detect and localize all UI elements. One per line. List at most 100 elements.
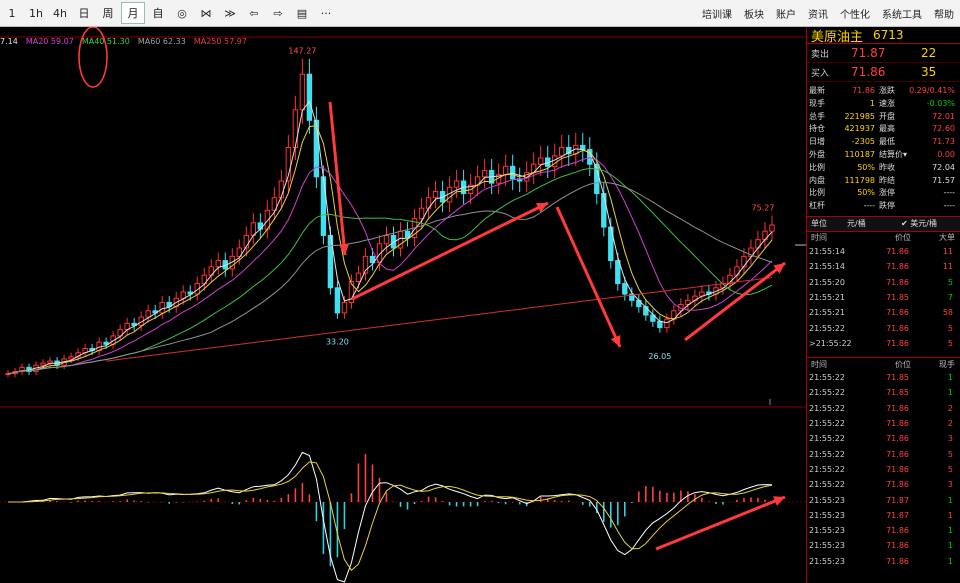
period-button-1m[interactable]: 1 xyxy=(1,3,23,23)
big-head-price: 价位 xyxy=(895,233,911,243)
trade-row[interactable]: 21:55:23 71.86 1 xyxy=(807,554,960,569)
period-button-month[interactable]: 月 xyxy=(121,2,145,24)
period-button-custom[interactable]: 自 xyxy=(147,3,169,23)
contract-name: 美原油主 xyxy=(811,29,864,45)
period-button-layout[interactable]: ▤ xyxy=(291,3,313,23)
trade-volume: 11 xyxy=(942,262,953,272)
trade-row[interactable]: 21:55:23 71.87 1 xyxy=(807,508,960,523)
period-button-4h[interactable]: 4h xyxy=(49,3,71,23)
period-button-1h[interactable]: 1h xyxy=(25,3,47,23)
trade-row[interactable]: 21:55:20 71.86 5 xyxy=(807,275,960,290)
quote-l2-7: 昨结 xyxy=(879,175,895,185)
kline-chart-area[interactable]: 7.14 MA20 59.07 MA40 51.30 MA60 62.33 MA250 … xyxy=(0,27,806,583)
menu-item-1[interactable]: 板块 xyxy=(738,6,770,21)
menu-item-3[interactable]: 资讯 xyxy=(802,6,834,21)
period-button-more[interactable]: ··· xyxy=(315,3,337,23)
trade-row[interactable]: 21:55:21 71.86 58 xyxy=(807,305,960,320)
trade-row[interactable]: 21:55:22 71.86 2 xyxy=(807,401,960,416)
ma-line-ma20 xyxy=(7,157,773,375)
trade-row[interactable]: 21:55:22 71.85 1 xyxy=(807,385,960,400)
unit-row[interactable]: 单位 元/桶 ✔ 美元/桶 xyxy=(807,216,960,232)
quote-v1-4: -2305 xyxy=(851,137,875,147)
trade-time: 21:55:22 xyxy=(809,480,845,490)
trade-time: 21:55:22 xyxy=(809,464,845,474)
quote-l2-2: 开盘 xyxy=(879,111,895,121)
menu-bar: 培训课 板块 账户 资讯 个性化 系统工具 帮助 xyxy=(696,6,960,21)
quote-l2-6: 昨收 xyxy=(879,162,895,172)
trade-volume: 1 xyxy=(947,541,953,551)
candle-body xyxy=(615,260,621,285)
trade-row[interactable]: >21:55:22 71.86 5 xyxy=(807,336,960,351)
period-button-target[interactable]: ◎ xyxy=(171,3,193,23)
trade-row[interactable]: 21:55:22 71.86 5 xyxy=(807,462,960,477)
drawn-arrow-down-1 xyxy=(328,101,347,256)
trade-row[interactable]: 21:55:14 71.86 11 xyxy=(807,244,960,259)
trade-time: 21:55:21 xyxy=(809,308,845,318)
trade-volume: 5 xyxy=(947,277,953,287)
trade-row[interactable]: 21:55:23 71.86 1 xyxy=(807,523,960,538)
trade-time: 21:55:22 xyxy=(809,323,845,333)
quote-v1-9: ---- xyxy=(863,201,875,211)
period-button-fwd[interactable]: ⇨ xyxy=(267,3,289,23)
quote-v2-0: 0.29/0.41% xyxy=(909,86,955,95)
sell-row[interactable]: 卖出 71.87 22 xyxy=(807,44,960,63)
period-button-bowtie[interactable]: ⋈ xyxy=(195,3,217,23)
trade-time: 21:55:20 xyxy=(809,277,845,287)
unit-value[interactable]: 元/桶 xyxy=(847,218,901,229)
candle-body xyxy=(299,73,306,111)
candle-body xyxy=(334,287,341,314)
high-annotation: 147.27 xyxy=(288,46,316,55)
menu-item-5[interactable]: 系统工具 xyxy=(876,6,928,21)
trade-price: 71.86 xyxy=(886,262,909,272)
trade-row[interactable]: 21:55:23 71.86 1 xyxy=(807,538,960,553)
trade-row[interactable]: 21:55:23 71.87 1 xyxy=(807,492,960,507)
ma-line-ma40 xyxy=(7,167,773,375)
trade-price: 71.85 xyxy=(886,388,909,398)
menu-item-0[interactable]: 培训课 xyxy=(696,6,738,21)
candle-body xyxy=(769,224,775,232)
menu-item-4[interactable]: 个性化 xyxy=(834,6,876,21)
trade-row[interactable]: 21:55:22 71.86 3 xyxy=(807,477,960,492)
trade-row[interactable]: 21:55:22 71.86 5 xyxy=(807,320,960,335)
trade-row[interactable]: 21:55:22 71.86 2 xyxy=(807,416,960,431)
candle-body xyxy=(40,362,46,366)
quote-l2-3: 最高 xyxy=(879,124,895,134)
trade-volume: 1 xyxy=(947,388,953,398)
period-button-back[interactable]: ⇦ xyxy=(243,3,265,23)
trade-row[interactable]: 21:55:21 71.85 7 xyxy=(807,290,960,305)
trade-volume: 5 xyxy=(947,323,953,333)
candle-body xyxy=(341,301,348,314)
quote-v1-0: 71.86 xyxy=(852,86,875,95)
period-button-fold[interactable]: ≫ xyxy=(219,3,241,23)
trade-time: 21:55:23 xyxy=(809,526,845,536)
contract-title: 美原油主 6713 xyxy=(807,27,960,45)
big-trade-list[interactable]: 21:55:14 71.86 11 21:55:14 71.86 11 21:55:20 71… xyxy=(807,244,960,351)
trade-volume: 5 xyxy=(947,338,953,348)
trade-time: 21:55:22 xyxy=(809,403,845,413)
candle-body xyxy=(257,222,264,230)
unit-alt[interactable]: ✔ 美元/桶 xyxy=(901,218,937,229)
candle-body xyxy=(481,170,488,178)
trade-row[interactable]: 21:55:22 71.86 5 xyxy=(807,447,960,462)
quote-v2-1: -0.03% xyxy=(926,98,955,108)
menu-item-2[interactable]: 账户 xyxy=(770,6,802,21)
quote-l1-2: 总手 xyxy=(809,111,825,121)
trade-row[interactable]: 21:55:14 71.86 11 xyxy=(807,259,960,274)
big-head-vol: 大单 xyxy=(939,233,955,243)
kline-chart[interactable]: 147.27 33.20 26.05 75.27 xyxy=(0,27,806,583)
trade-row[interactable]: 21:55:22 71.86 3 xyxy=(807,431,960,446)
tick-list[interactable]: 21:55:22 71.85 1 21:55:22 71.85 1 21:55:22 71.8… xyxy=(807,370,960,569)
big-trade-header: 时间 价位 大单 xyxy=(807,232,960,244)
menu-item-6[interactable]: 帮助 xyxy=(928,6,960,21)
period-button-day[interactable]: 日 xyxy=(73,3,95,23)
trade-price: 71.86 xyxy=(886,556,909,566)
period-button-week[interactable]: 周 xyxy=(97,3,119,23)
buy-row[interactable]: 买入 71.86 35 xyxy=(807,63,960,82)
candle-body xyxy=(383,234,390,245)
trade-time: 21:55:22 xyxy=(809,449,845,459)
trade-price: 71.86 xyxy=(886,308,909,318)
trade-time: 21:55:23 xyxy=(809,556,845,566)
trade-time: >21:55:22 xyxy=(809,338,852,348)
trade-price: 71.85 xyxy=(886,373,909,383)
trade-row[interactable]: 21:55:22 71.85 1 xyxy=(807,370,960,385)
